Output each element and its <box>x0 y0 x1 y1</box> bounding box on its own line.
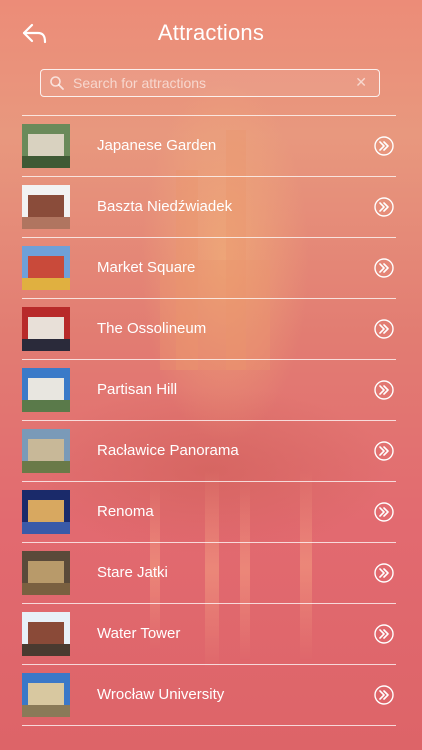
divider <box>22 725 396 726</box>
attraction-thumbnail <box>22 673 70 717</box>
attractions-list: Japanese Garden Baszta Niedźwiadek Market … <box>22 115 396 726</box>
chevron-double-right-icon[interactable] <box>374 136 394 156</box>
list-item[interactable]: Stare Jatki <box>22 543 396 603</box>
attraction-thumbnail <box>22 551 70 595</box>
attraction-name: Baszta Niedźwiadek <box>97 198 233 215</box>
search-bar: ✕ <box>40 69 380 97</box>
chevron-double-right-icon[interactable] <box>374 380 394 400</box>
chevron-double-right-icon[interactable] <box>374 685 394 705</box>
attraction-name: Market Square <box>97 259 196 276</box>
list-item[interactable]: Wrocław University <box>22 665 396 725</box>
attraction-name: The Ossolineum <box>97 320 207 337</box>
list-item[interactable]: The Ossolineum <box>22 299 396 359</box>
attraction-thumbnail <box>22 307 70 351</box>
list-item[interactable]: Market Square <box>22 238 396 298</box>
attraction-name: Japanese Garden <box>97 137 217 154</box>
chevron-double-right-icon[interactable] <box>374 258 394 278</box>
list-item[interactable]: Japanese Garden <box>22 116 396 176</box>
attraction-thumbnail <box>22 246 70 290</box>
chevron-double-right-icon[interactable] <box>374 502 394 522</box>
list-item[interactable]: Racławice Panorama <box>22 421 396 481</box>
clear-icon[interactable]: ✕ <box>355 74 367 91</box>
attraction-thumbnail <box>22 612 70 656</box>
attraction-thumbnail <box>22 124 70 168</box>
attraction-name: Racławice Panorama <box>97 442 239 459</box>
chevron-double-right-icon[interactable] <box>374 441 394 461</box>
page-title: Attractions <box>157 20 265 45</box>
attraction-thumbnail <box>22 490 70 534</box>
list-item[interactable]: Renoma <box>22 482 396 542</box>
search-icon <box>50 76 64 90</box>
chevron-double-right-icon[interactable] <box>374 197 394 217</box>
chevron-double-right-icon[interactable] <box>374 624 394 644</box>
attraction-thumbnail <box>22 368 70 412</box>
attraction-name: Partisan Hill <box>97 381 178 398</box>
list-item[interactable]: Baszta Niedźwiadek <box>22 177 396 237</box>
search-input[interactable] <box>73 70 353 96</box>
attraction-thumbnail <box>22 185 70 229</box>
chevron-double-right-icon[interactable] <box>374 563 394 583</box>
list-item[interactable]: Water Tower <box>22 604 396 664</box>
attraction-name: Wrocław University <box>97 686 225 703</box>
list-item[interactable]: Partisan Hill <box>22 360 396 420</box>
chevron-double-right-icon[interactable] <box>374 319 394 339</box>
attraction-name: Stare Jatki <box>97 564 168 581</box>
attraction-thumbnail <box>22 429 70 473</box>
attraction-name: Water Tower <box>97 625 181 642</box>
attraction-name: Renoma <box>97 503 154 520</box>
header: Attractions <box>0 0 422 68</box>
